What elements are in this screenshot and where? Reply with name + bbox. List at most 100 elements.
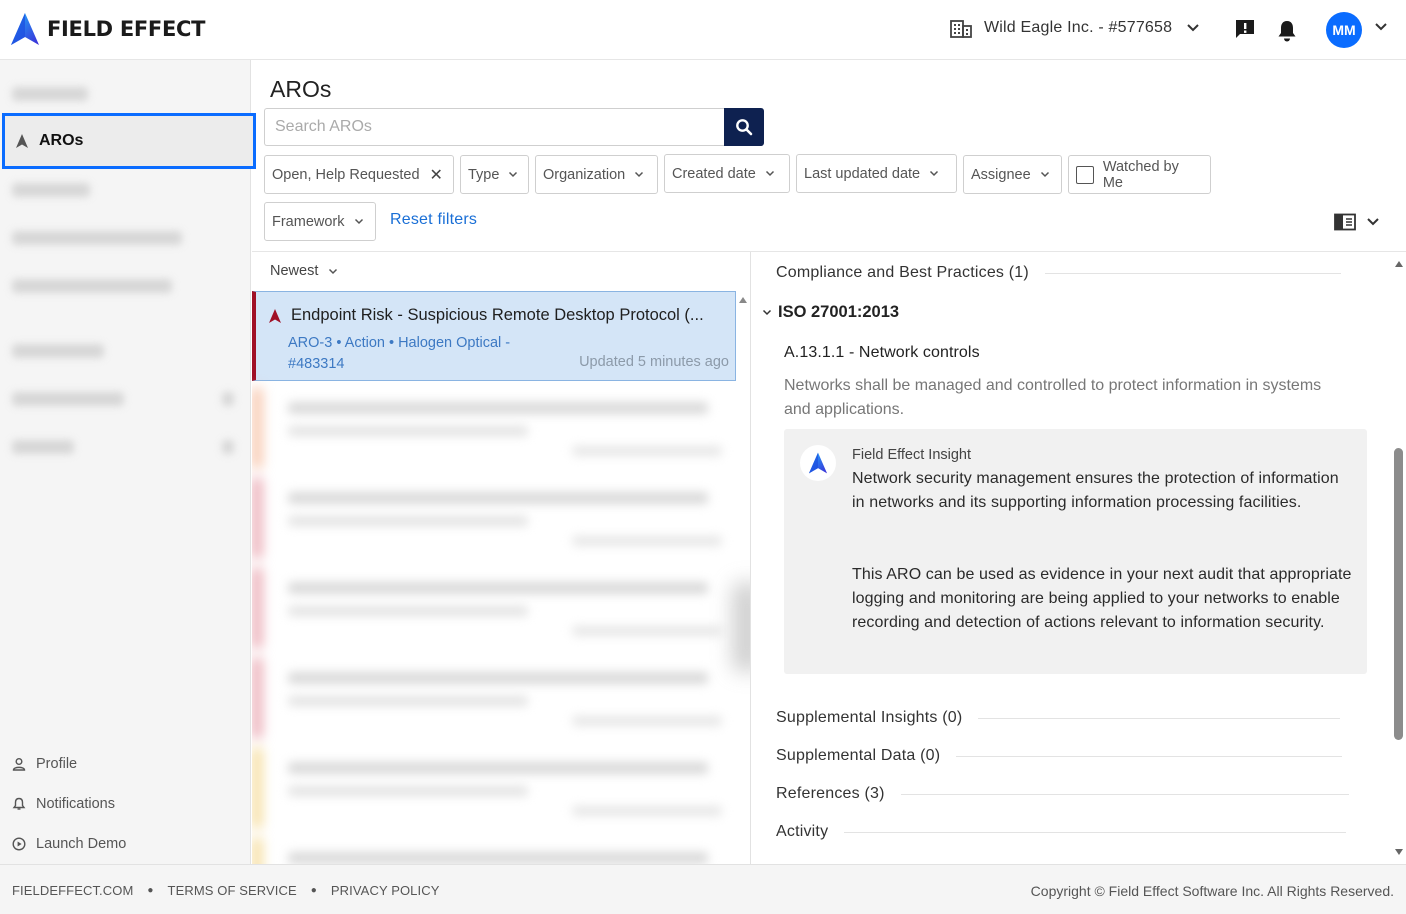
- chevron-down-icon[interactable]: [1374, 22, 1388, 32]
- created-date-filter[interactable]: Created date: [664, 154, 790, 193]
- aro-arrow-icon: [16, 134, 28, 148]
- blurred-line: [288, 672, 708, 684]
- framework-toggle[interactable]: ISO 27001:2013: [762, 303, 899, 322]
- detail-scrollbar[interactable]: [1392, 252, 1406, 864]
- aro-updated: Updated 5 minutes ago: [579, 354, 729, 370]
- scroll-up-arrow-icon[interactable]: [1394, 260, 1404, 268]
- status-filter[interactable]: Open, Help Requested ✕: [264, 155, 454, 194]
- sidebar-item-profile[interactable]: Profile: [12, 756, 77, 772]
- feedback-icon[interactable]: [1234, 18, 1256, 40]
- blurred-line: [288, 606, 528, 616]
- references-section[interactable]: References (3): [776, 785, 1349, 803]
- aro-list-item-selected[interactable]: Endpoint Risk - Suspicious Remote Deskto…: [252, 291, 736, 381]
- building-icon: [950, 20, 972, 38]
- section-title: References (3): [776, 785, 885, 802]
- chevron-down-icon: [1187, 24, 1199, 32]
- blurred-line: [288, 492, 708, 504]
- watched-by-me-filter[interactable]: Watched by Me: [1068, 155, 1211, 194]
- severity-bar: [252, 748, 262, 828]
- sidebar-item-blurred[interactable]: [12, 87, 88, 101]
- field-effect-logo-icon: [800, 445, 836, 481]
- chevron-down-icon: [354, 218, 363, 225]
- footer-link-privacy[interactable]: PRIVACY POLICY: [331, 883, 440, 898]
- section-divider: [978, 717, 1341, 719]
- aro-meta: ARO-3 • Action • Halogen Optical - #4833…: [288, 333, 548, 375]
- blurred-line: [288, 426, 528, 436]
- chevron-down-icon: [930, 170, 939, 177]
- supplemental-insights-section[interactable]: Supplemental Insights (0): [776, 709, 1341, 727]
- blurred-line: [572, 716, 722, 726]
- sidebar-item-blurred[interactable]: [12, 279, 172, 293]
- scroll-down-arrow-icon[interactable]: [1394, 848, 1404, 856]
- aro-list: Newest Endpoint Risk - Suspicious Remote…: [252, 252, 751, 864]
- field-effect-logo-icon: [11, 13, 39, 45]
- page-title: AROs: [270, 76, 332, 102]
- sidebar-item-notifications[interactable]: Notifications: [12, 796, 115, 812]
- sidebar-item-label: Launch Demo: [36, 836, 127, 852]
- aro-meta-line: #483314: [288, 356, 345, 372]
- severity-bar: [252, 838, 262, 864]
- scrollbar-thumb[interactable]: [1394, 448, 1403, 740]
- framework-name: ISO 27001:2013: [778, 303, 900, 321]
- section-title: Compliance and Best Practices (1): [776, 264, 1029, 281]
- scroll-up-arrow-icon[interactable]: [738, 296, 748, 304]
- aro-list-item-blurred[interactable]: [252, 388, 736, 468]
- aro-list-item-blurred[interactable]: [252, 568, 736, 648]
- user-icon: [12, 758, 26, 771]
- assignee-filter-label: Assignee: [971, 166, 1031, 183]
- aro-list-item-blurred[interactable]: [252, 478, 736, 558]
- compliance-section-header[interactable]: Compliance and Best Practices (1): [776, 264, 1341, 282]
- framework-filter[interactable]: Framework: [264, 202, 376, 241]
- avatar[interactable]: MM: [1326, 12, 1362, 48]
- view-toggle[interactable]: [1334, 213, 1380, 231]
- org-selector[interactable]: Wild Eagle Inc. - #577658: [950, 18, 1200, 38]
- search-input[interactable]: [264, 108, 724, 146]
- section-divider: [900, 793, 1349, 795]
- severity-bar: [252, 658, 262, 738]
- activity-section[interactable]: Activity: [776, 823, 1347, 841]
- brand-logo[interactable]: FIELD EFFECT: [10, 12, 205, 46]
- top-header: FIELD EFFECT Wild Eagle Inc. - #577658 M…: [0, 0, 1406, 60]
- sidebar-item-blurred[interactable]: [12, 440, 74, 454]
- section-divider: [956, 755, 1343, 757]
- aro-list-item-blurred[interactable]: [252, 748, 736, 828]
- aro-list-item-blurred[interactable]: [252, 658, 736, 738]
- chevron-down-icon: [509, 171, 518, 178]
- assignee-filter[interactable]: Assignee: [963, 155, 1062, 194]
- reset-filters-link[interactable]: Reset filters: [390, 211, 477, 229]
- sidebar-item-blurred[interactable]: [12, 231, 182, 245]
- severity-bar: [252, 388, 262, 468]
- section-title: Supplemental Insights (0): [776, 709, 963, 726]
- clear-filter-icon[interactable]: ✕: [430, 165, 443, 185]
- blurred-line: [288, 582, 708, 594]
- sidebar-item-aros[interactable]: AROs: [2, 113, 256, 169]
- footer-link-terms[interactable]: TERMS OF SERVICE: [168, 883, 297, 898]
- control-description: Networks shall be managed and controlled…: [784, 377, 1322, 418]
- sort-dropdown[interactable]: Newest: [270, 263, 338, 279]
- sidebar-item-launch-demo[interactable]: Launch Demo: [12, 836, 126, 852]
- chevron-down-icon: [765, 170, 774, 177]
- footer-link-fieldeffect[interactable]: FIELDEFFECT.COM: [12, 883, 133, 898]
- footer-separator: ●: [310, 885, 317, 896]
- aro-meta-line: ARO-3 • Action • Halogen Optical -: [288, 335, 511, 351]
- watched-checkbox[interactable]: [1076, 165, 1094, 184]
- blurred-line: [572, 626, 722, 636]
- blurred-line: [288, 696, 528, 706]
- aro-title-text: Endpoint Risk - Suspicious Remote Deskto…: [291, 306, 704, 324]
- sidebar-item-blurred[interactable]: [12, 183, 90, 197]
- brand-name: FIELD EFFECT: [47, 17, 206, 41]
- section-divider: [844, 831, 1347, 833]
- bell-icon[interactable]: [1276, 19, 1298, 43]
- blurred-line: [572, 446, 722, 456]
- type-filter[interactable]: Type: [460, 155, 529, 194]
- sidebar-item-blurred[interactable]: [12, 392, 124, 406]
- control-title: A.13.1.1 - Network controls: [784, 344, 980, 361]
- organization-filter[interactable]: Organization: [535, 155, 658, 194]
- sidebar-item-blurred[interactable]: [12, 344, 104, 358]
- supplemental-data-section[interactable]: Supplemental Data (0): [776, 747, 1343, 765]
- severity-bar: [252, 568, 262, 648]
- search-button[interactable]: [724, 108, 764, 146]
- last-updated-date-filter[interactable]: Last updated date: [796, 154, 957, 193]
- section-title: Activity: [776, 823, 829, 840]
- aro-list-item-blurred[interactable]: [252, 838, 736, 864]
